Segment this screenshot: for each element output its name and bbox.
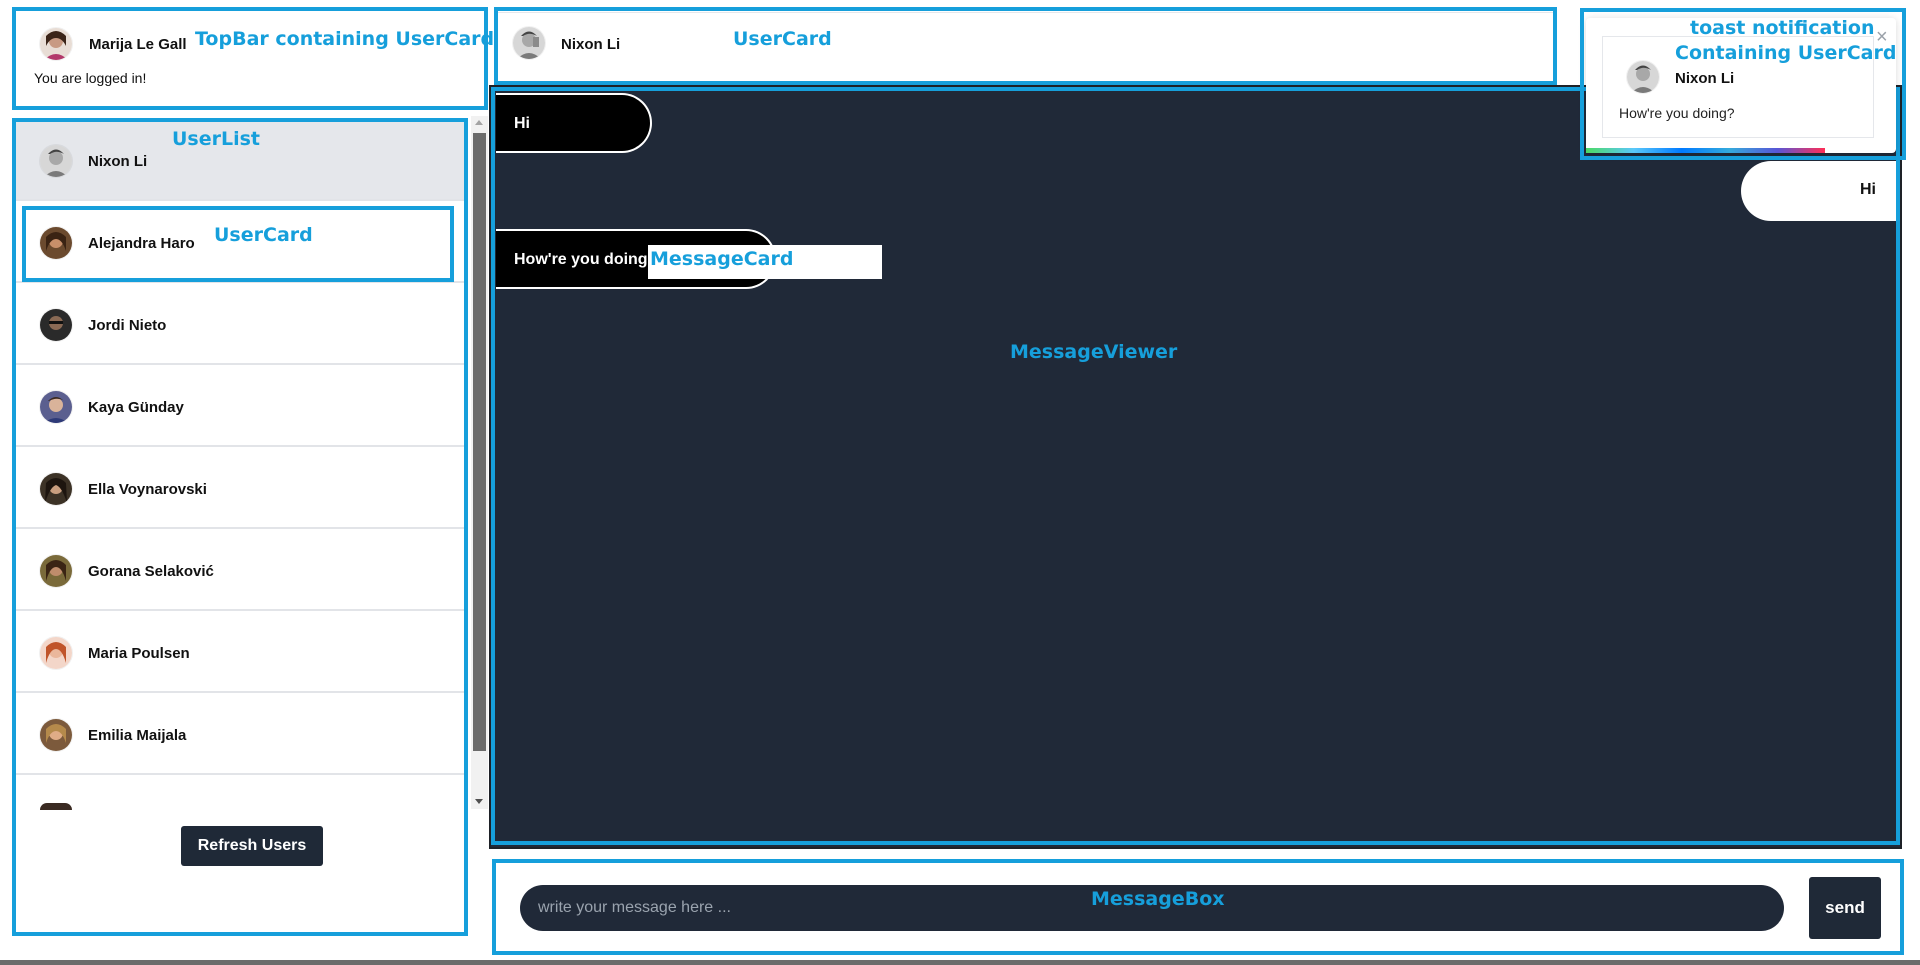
scroll-up-arrow-icon[interactable] (475, 120, 483, 125)
annotation-messagebox-label: MessageBox (1091, 888, 1225, 910)
annotation-topbar-label: TopBar containing UserCard (195, 28, 495, 50)
user-list-scrollbar[interactable] (471, 116, 488, 809)
bottom-bar (0, 960, 1920, 965)
scrollbar-thumb[interactable] (473, 133, 486, 751)
scroll-down-arrow-icon[interactable] (475, 799, 483, 804)
annotation-toast-label: toast notification (1690, 17, 1875, 39)
annotation-header-label: UserCard (733, 28, 832, 50)
annotation-viewer-label: MessageViewer (1010, 341, 1178, 363)
annotation-usercard-label: UserCard (214, 224, 313, 246)
annotation-userlist-label: UserList (172, 128, 261, 150)
annotation-topbar-box (12, 7, 488, 110)
annotation-toast-label-2: Containing UserCard (1675, 42, 1897, 64)
annotation-header-box (494, 7, 1557, 85)
annotation-viewer-box (491, 87, 1900, 845)
